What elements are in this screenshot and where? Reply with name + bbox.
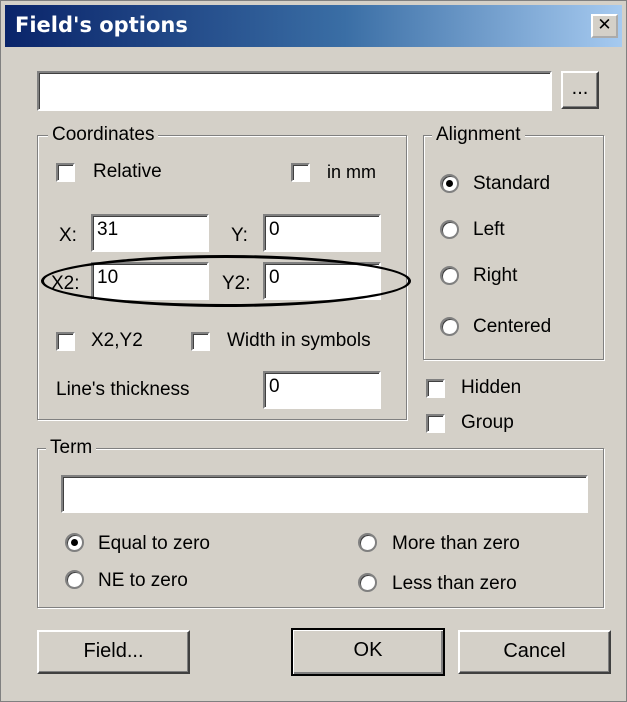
alignment-centered-label: Centered [473, 316, 552, 337]
term-input[interactable] [61, 475, 588, 513]
term-less-zero-label: Less than zero [392, 573, 517, 594]
window-title: Field's options [15, 13, 188, 37]
x-label: X: [59, 225, 77, 246]
cancel-button[interactable]: Cancel [458, 630, 611, 674]
x2-input[interactable]: 10 [91, 262, 209, 300]
browse-button-label: ... [571, 77, 589, 99]
alignment-right-radio[interactable] [440, 266, 459, 285]
relative-label: Relative [93, 161, 162, 182]
term-legend: Term [46, 436, 97, 460]
term-more-zero-label: More than zero [392, 533, 520, 554]
cancel-button-label: Cancel [503, 640, 566, 662]
term-ne-zero-label: NE to zero [98, 570, 188, 591]
alignment-left-radio[interactable] [440, 220, 459, 239]
alignment-standard-radio[interactable] [440, 174, 459, 193]
term-equal-zero-radio[interactable] [65, 533, 84, 552]
y2-label: Y2: [222, 273, 251, 294]
ok-button[interactable]: OK [291, 628, 445, 676]
field-options-dialog: Field's options ✕ ... Coordinates Relati… [0, 0, 627, 702]
group-label: Group [461, 412, 514, 433]
x2-label: X2: [51, 273, 80, 294]
line-thickness-label: Line's thickness [56, 379, 190, 400]
group-checkbox[interactable] [426, 414, 445, 433]
x2y2-checkbox[interactable] [56, 332, 75, 351]
in-mm-label: in mm [327, 162, 376, 182]
x-input[interactable]: 31 [91, 214, 209, 252]
hidden-checkbox[interactable] [426, 379, 445, 398]
relative-checkbox[interactable] [56, 163, 75, 182]
line-thickness-input[interactable]: 0 [263, 371, 381, 409]
y2-input[interactable]: 0 [263, 262, 381, 300]
alignment-right-label: Right [473, 265, 518, 286]
width-in-symbols-checkbox[interactable] [191, 332, 210, 351]
field-text-input[interactable] [37, 71, 552, 111]
field-button[interactable]: Field... [37, 630, 190, 674]
term-less-zero-radio[interactable] [358, 573, 377, 592]
coordinates-legend: Coordinates [48, 123, 159, 147]
term-equal-zero-label: Equal to zero [98, 533, 210, 554]
ok-button-label: OK [353, 639, 383, 661]
field-button-label: Field... [83, 640, 144, 662]
title-bar: Field's options ✕ [5, 5, 622, 47]
width-in-symbols-label: Width in symbols [227, 330, 371, 351]
y-label: Y: [231, 225, 248, 246]
x2y2-label: X2,Y2 [91, 330, 143, 351]
alignment-centered-radio[interactable] [440, 317, 459, 336]
alignment-left-label: Left [473, 219, 505, 240]
close-icon: ✕ [597, 15, 612, 35]
hidden-label: Hidden [461, 377, 522, 398]
term-ne-zero-radio[interactable] [65, 570, 84, 589]
browse-button[interactable]: ... [561, 71, 599, 109]
y-input[interactable]: 0 [263, 214, 381, 252]
alignment-standard-label: Standard [473, 173, 551, 194]
term-more-zero-radio[interactable] [358, 533, 377, 552]
close-button[interactable]: ✕ [591, 14, 618, 38]
alignment-legend: Alignment [432, 123, 525, 147]
in-mm-checkbox[interactable] [291, 163, 310, 182]
